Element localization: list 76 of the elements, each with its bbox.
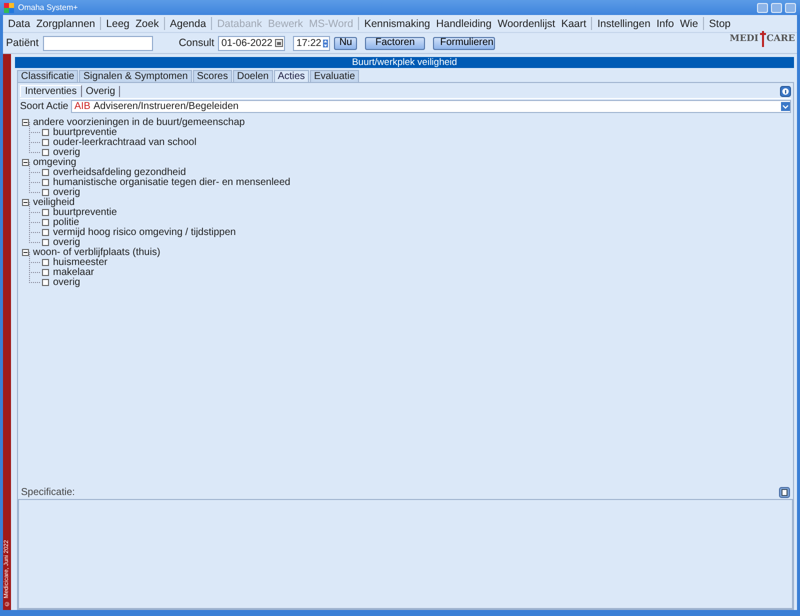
menu-item[interactable]: Info: [653, 18, 677, 30]
tab[interactable]: Signalen & Symptomen: [79, 70, 192, 82]
checkbox[interactable]: [42, 218, 49, 226]
date-field[interactable]: 01-06-2022: [218, 36, 286, 50]
tree-item-label[interactable]: politie: [53, 216, 80, 228]
checkbox[interactable]: [42, 178, 49, 186]
menu-item[interactable]: Woordenlijst: [494, 18, 558, 30]
tab[interactable]: Acties: [274, 70, 309, 82]
tab[interactable]: Interventies: [20, 85, 82, 97]
app-icon: [4, 2, 14, 12]
tree-item-label[interactable]: overheidsafdeling gezondheid: [53, 166, 186, 178]
tree-group-label[interactable]: woon- of verblijfplaats (thuis): [33, 246, 160, 258]
menu-item[interactable]: Agenda: [166, 18, 210, 30]
tree-item-label[interactable]: vermijd hoog risico omgeving / tijdstippen: [53, 226, 236, 238]
checkbox[interactable]: [42, 208, 49, 216]
menu-item[interactable]: Kennismaking: [361, 18, 434, 30]
checkbox[interactable]: [42, 138, 49, 146]
tree-item-label[interactable]: buurtpreventie: [53, 126, 117, 138]
tab[interactable]: Evaluatie: [310, 70, 360, 82]
action-dropdown[interactable]: AIB Adviseren/Instrueren/Begeleiden: [71, 100, 791, 113]
field-label: Soort Actie: [20, 101, 68, 112]
tree-item-label[interactable]: overig: [53, 236, 80, 248]
menu-item[interactable]: Zoek: [132, 18, 162, 30]
tree-item-label[interactable]: makelaar: [53, 266, 94, 278]
tree-item-label[interactable]: overig: [53, 146, 80, 158]
specification-field[interactable]: [18, 499, 793, 609]
toolbar-button[interactable]: Formulieren: [433, 36, 496, 50]
collapse-icon[interactable]: [22, 118, 29, 126]
tree-item-label[interactable]: overig: [53, 276, 80, 288]
logo: MEDI CARE: [730, 31, 795, 47]
tree-group-label[interactable]: veiligheid: [33, 196, 75, 208]
tab[interactable]: Overig: [82, 86, 120, 96]
patient-field[interactable]: [42, 36, 153, 50]
menu-item[interactable]: Instellingen: [594, 18, 654, 30]
section-header: Buurt/werkplek veiligheid: [15, 57, 794, 68]
tree-item-label[interactable]: ouder-leerkrachtraad van school: [53, 136, 196, 148]
time-field[interactable]: 17:22: [293, 36, 330, 50]
tab[interactable]: Classificatie: [17, 70, 78, 82]
field-label: Consult: [178, 37, 214, 49]
tree-group-label[interactable]: omgeving: [33, 156, 76, 168]
checkbox[interactable]: [42, 168, 49, 176]
checkbox[interactable]: [42, 258, 49, 266]
menu-item[interactable]: Wie: [676, 18, 702, 30]
tree-group-label[interactable]: andere voorzieningen in de buurt/gemeenschap: [33, 116, 245, 128]
collapse-icon[interactable]: [22, 248, 29, 256]
now-button[interactable]: Nu: [334, 36, 358, 50]
menu-item[interactable]: Stop: [706, 18, 734, 30]
spin-icon: [323, 38, 328, 48]
calendar-icon: [275, 39, 284, 47]
checkbox[interactable]: [42, 148, 49, 156]
menu-item[interactable]: Leeg: [103, 18, 133, 30]
field-label: Patiënt: [6, 37, 39, 49]
tree-item-label[interactable]: overig: [53, 186, 80, 198]
menu-item[interactable]: Kaart: [558, 18, 590, 30]
document-icon: [779, 487, 790, 498]
tab[interactable]: Doelen: [233, 70, 273, 82]
checkbox[interactable]: [42, 238, 49, 246]
field-label: Specificatie:: [21, 487, 75, 498]
collapse-icon[interactable]: [22, 198, 29, 206]
checkbox[interactable]: [42, 278, 49, 286]
staff-icon: [758, 31, 766, 47]
checkbox[interactable]: [42, 188, 49, 196]
menu-item[interactable]: Zorgplannen: [33, 18, 98, 30]
toolbar-button[interactable]: Factoren: [365, 36, 426, 50]
tab[interactable]: Scores: [192, 70, 232, 82]
tree-item-label[interactable]: buurtpreventie: [53, 206, 117, 218]
chevron-down-icon: [781, 102, 790, 111]
menu-item[interactable]: Data: [5, 18, 34, 30]
checkbox[interactable]: [42, 268, 49, 276]
menu-item[interactable]: Handleiding: [433, 18, 495, 30]
checkbox[interactable]: [42, 128, 49, 136]
tree-item-label[interactable]: huismeester: [53, 256, 108, 268]
checkbox[interactable]: [42, 228, 49, 236]
collapse-icon[interactable]: [22, 158, 29, 166]
tree-item-label[interactable]: humanistische organisatie tegen dier- en mensenleed: [53, 176, 290, 188]
window-title: Omaha System+: [18, 3, 79, 12]
